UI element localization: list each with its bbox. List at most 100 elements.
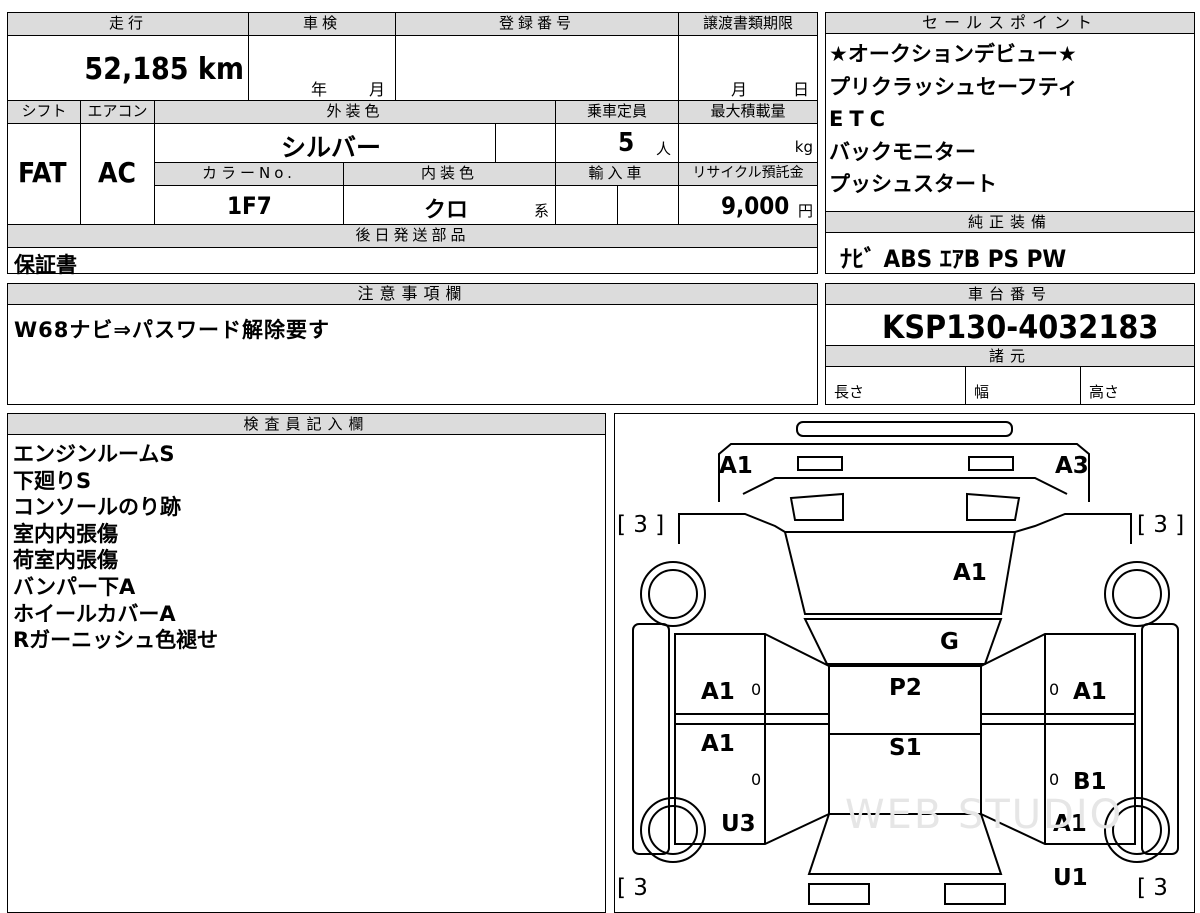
ac-value: AC xyxy=(98,156,136,189)
inspector-item: Rガーニッシュ色褪せ xyxy=(13,628,219,653)
inspector-item: 室内内張傷 xyxy=(13,521,118,546)
shift-value: FAT xyxy=(18,156,67,189)
notes-text: W68ナビ⇒パスワード解除要す xyxy=(14,318,330,342)
zero-mark: 0 xyxy=(1049,680,1060,699)
mark-right-rear-door: B1 xyxy=(1073,769,1107,795)
right-front-wheel xyxy=(1104,561,1170,627)
exterior-color-cell: シルバー xyxy=(154,123,496,163)
car-damage-diagram: A1 A3 [ 3 ] [ 3 ] A1 G P2 S1 A1 A1 A1 B1… xyxy=(614,413,1195,913)
interior-cell: クロ 系 xyxy=(343,185,556,225)
inspector-list: エンジンルームS 下廻りS コンソールのり跡 室内内張傷 荷室内張傷 バンパー下… xyxy=(8,435,605,654)
right-side-sill xyxy=(1141,623,1179,855)
shaken-year: 年 xyxy=(311,80,328,99)
later-parts-value: 保証書 xyxy=(14,253,77,277)
mark-hood: A1 xyxy=(953,560,987,586)
sales-item: バックモニター xyxy=(829,139,976,164)
height-label: 高さ xyxy=(1089,383,1120,401)
transfer-day: 日 xyxy=(793,80,810,99)
sales-item: ETC xyxy=(829,107,892,131)
inspector-item: エンジンルームS xyxy=(13,442,175,466)
length-label: 長さ xyxy=(834,383,865,401)
shaken-cell: 年 月 xyxy=(248,35,396,101)
mileage-cell: 52,185 km xyxy=(7,35,249,101)
equipment-value: ﾅﾋﾞ ABS ｴｱB PS PW xyxy=(840,245,1067,273)
left-front-wheel-inner xyxy=(648,569,698,619)
length-cell: 長さ xyxy=(826,367,966,404)
interior-header: 内装色 xyxy=(343,162,556,186)
ac-header: エアコン xyxy=(80,100,155,124)
sales-item: ★オークションデビュー★ xyxy=(829,42,1077,66)
windshield-outline xyxy=(803,618,1003,665)
recycle-header: リサイクル預託金 xyxy=(678,162,818,186)
registration-header: 登録番号 xyxy=(395,12,679,36)
maxload-header: 最大積載量 xyxy=(678,100,818,124)
color-no-cell: 1F7 xyxy=(154,185,344,225)
mileage-value: 52,185 km xyxy=(84,52,244,87)
left-rear-wheel xyxy=(640,797,706,863)
width-label: 幅 xyxy=(974,383,990,401)
inspector-panel: 検査員記入欄 エンジンルームS 下廻りS コンソールのり跡 室内内張傷 荷室内張… xyxy=(7,413,606,913)
mark-windshield: G xyxy=(940,629,959,655)
interior-suffix: 系 xyxy=(534,202,550,220)
left-headlight xyxy=(797,456,843,471)
right-front-wheel-inner xyxy=(1112,569,1162,619)
height-cell: 高さ xyxy=(1081,367,1194,404)
import-cell-b xyxy=(617,185,679,225)
zero-mark: 0 xyxy=(751,770,762,789)
front-grille-line xyxy=(742,477,1068,495)
width-cell: 幅 xyxy=(966,367,1081,404)
rear-left-lamp xyxy=(808,883,870,905)
zero-mark: 0 xyxy=(751,680,762,699)
shift-header: シフト xyxy=(7,100,81,124)
equipment-header: 純正装備 xyxy=(826,212,1194,233)
mark-front-left: A1 xyxy=(719,453,753,479)
transfer-deadline-cell: 月 日 xyxy=(678,35,818,101)
inspector-item: バンパー下A xyxy=(13,574,136,599)
capacity-header: 乗車定員 xyxy=(555,100,679,124)
right-grille xyxy=(966,492,1021,521)
recycle-cell: 9,000 円 xyxy=(678,185,818,225)
mark-tire-bottom-right: [ 3 xyxy=(1137,875,1168,901)
spec-header: 諸元 xyxy=(826,345,1194,367)
transfer-deadline-header: 譲渡書類期限 xyxy=(678,12,818,36)
right-front-fender xyxy=(1014,513,1132,544)
front-bumper-outline xyxy=(796,421,1013,437)
mark-left-front-door: A1 xyxy=(701,679,735,705)
rear-right-lamp xyxy=(944,883,1006,905)
mark-tire-bottom-left: [ 3 xyxy=(617,875,648,901)
chassis-number: KSP130-4032183 xyxy=(882,308,1159,346)
later-parts-cell: 保証書 xyxy=(7,247,818,277)
mileage-header: 走行 xyxy=(7,12,249,36)
mark-roof-front: P2 xyxy=(889,675,922,701)
car-outline xyxy=(632,421,1179,905)
mark-front-right: A3 xyxy=(1055,453,1089,479)
capacity-unit: 人 xyxy=(656,140,672,158)
inspector-item: 荷室内張傷 xyxy=(13,548,118,573)
sales-item: プッシュスタート xyxy=(829,172,997,196)
left-grille xyxy=(789,492,844,521)
inspector-item: 下廻りS xyxy=(13,468,92,493)
import-header: 輸入車 xyxy=(555,162,679,186)
ac-cell: AC xyxy=(80,123,155,225)
equipment-panel: 純正装備 ﾅﾋﾞ ABS ｴｱB PS PW xyxy=(825,211,1195,274)
later-parts-header: 後日発送部品 xyxy=(7,224,818,248)
exterior-header: 外装色 xyxy=(154,100,556,124)
notes-panel: 注意事項欄 W68ナビ⇒パスワード解除要す xyxy=(7,283,818,405)
transfer-month: 月 xyxy=(731,80,748,99)
inspector-header: 検査員記入欄 xyxy=(8,414,605,435)
mark-left-rear-quarter: U3 xyxy=(721,811,756,837)
capacity-value: 5 xyxy=(618,128,635,158)
shaken-month: 月 xyxy=(369,80,386,99)
left-front-fender xyxy=(678,513,786,544)
recycle-unit: 円 xyxy=(797,202,813,220)
vehicle-info-table: 走行 車検 登録番号 譲渡書類期限 52,185 km 年 月 月 日 シフト … xyxy=(7,12,818,277)
import-cell-a xyxy=(555,185,618,225)
mark-tire-top-left: [ 3 ] xyxy=(617,512,665,538)
recycle-fee: 9,000 xyxy=(721,192,790,220)
shaken-header: 車検 xyxy=(248,12,396,36)
color-no-value: 1F7 xyxy=(227,192,272,220)
maxload-cell: kg xyxy=(678,123,818,163)
chassis-header: 車台番号 xyxy=(826,284,1194,305)
inspector-item: コンソールのり跡 xyxy=(13,495,181,520)
sales-point-header: セールスポイント xyxy=(826,13,1194,34)
